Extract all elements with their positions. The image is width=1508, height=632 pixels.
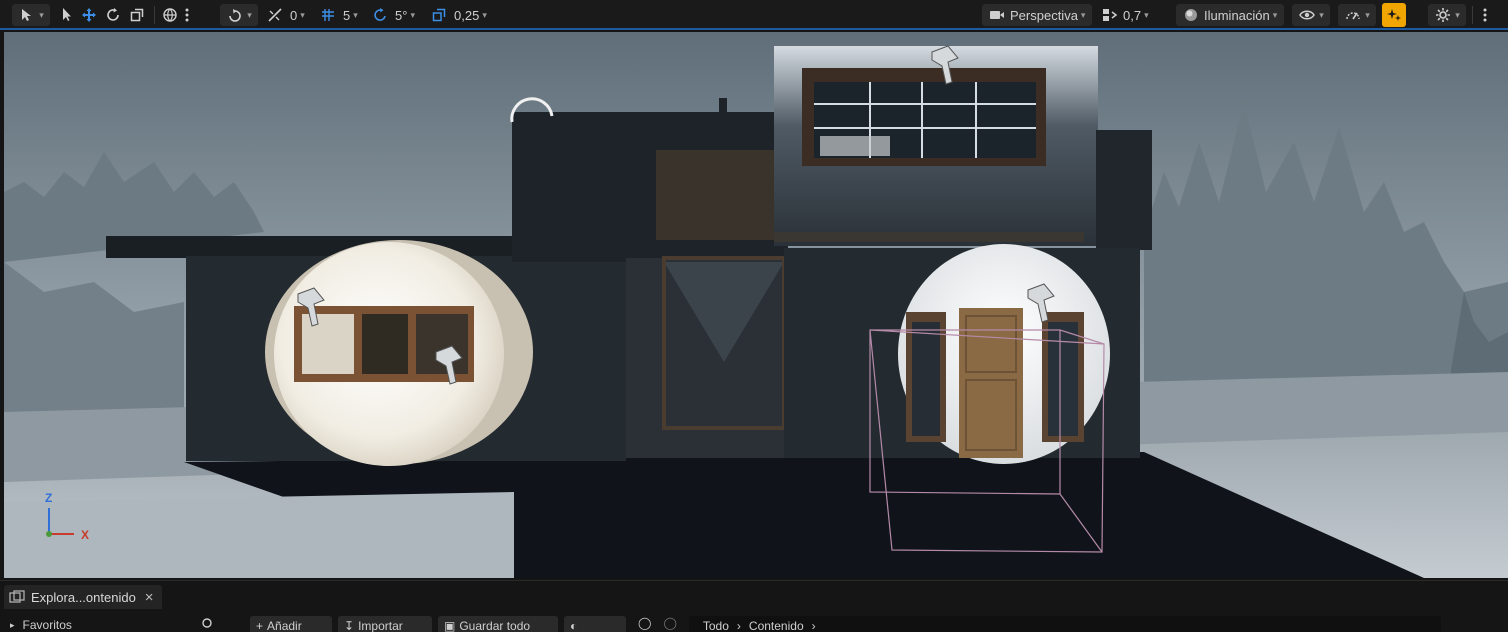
select-mode-icon	[18, 6, 36, 24]
upper-right-wing	[1096, 130, 1152, 250]
chevron-down-icon: ▾	[247, 9, 252, 20]
select-mode-dropdown[interactable]: ▾	[12, 4, 50, 26]
view-mode-label: Perspectiva	[1010, 7, 1078, 23]
realtime-sparkle-icon	[1385, 6, 1403, 24]
rotate-tool-button[interactable]	[104, 4, 122, 26]
tab-content-browser[interactable]: Explora...ontenido ×	[4, 585, 162, 609]
content-browser-panel: Explora...ontenido × ▸ Favoritos + Añadir…	[0, 580, 1508, 632]
lighting-mode-label: Iluminación	[1204, 7, 1270, 23]
scale-icon	[128, 6, 146, 24]
chevron-down-icon: ▾	[1365, 9, 1370, 20]
gauge-icon	[1344, 6, 1362, 24]
camera-speed-icon	[1101, 6, 1119, 24]
import-button[interactable]: ↧ Importar	[338, 616, 432, 632]
scale-tool-button[interactable]	[128, 4, 146, 26]
chevron-down-icon: ▾	[1455, 9, 1460, 20]
viewport-settings-dropdown[interactable]: ▾	[1428, 4, 1466, 26]
scale-snap-dropdown[interactable]: 0,25 ▾	[430, 4, 487, 26]
more-options-button[interactable]	[182, 4, 192, 26]
move-arrows-icon	[80, 6, 98, 24]
search-icon[interactable]	[202, 618, 214, 632]
chevron-down-icon: ▾	[1319, 9, 1324, 20]
left-window-glass-3	[416, 314, 468, 374]
close-icon[interactable]: ×	[145, 589, 154, 606]
level-viewport[interactable]: Z X	[4, 32, 1508, 578]
axis-x-label: X	[81, 528, 89, 542]
favorites-label: Favoritos	[22, 618, 72, 632]
globe-icon	[161, 6, 179, 24]
chevron-down-icon: ▾	[1144, 9, 1149, 20]
rotation-snap-value: 5°	[395, 7, 408, 23]
kebab-menu-icon	[182, 6, 192, 24]
lighting-mode-dropdown[interactable]: Iluminación ▾	[1176, 4, 1284, 26]
save-all-button[interactable]: ▣ Guardar todo	[438, 616, 558, 632]
chevron-down-icon: ▾	[482, 9, 487, 20]
axis-z-label: Z	[45, 491, 52, 505]
kebab-menu-icon	[1480, 6, 1490, 24]
surface-snap-dropdown[interactable]: ▾	[220, 4, 258, 26]
realtime-toggle-button[interactable]	[1382, 3, 1406, 27]
rotate-icon	[104, 6, 122, 24]
select-tool-button[interactable]	[58, 4, 76, 26]
favorites-header[interactable]: ▸ Favoritos	[10, 618, 220, 632]
left-window-glass-2	[362, 314, 408, 374]
viewport-toolbar: ▾ ▾ 0 ▾ 5 ▾ 5° ▾ 0,25 ▾ Perspectiva ▾ 0,7 ▾ Il…	[0, 0, 1508, 30]
camera-speed-dropdown[interactable]: 0,7 ▾	[1101, 4, 1149, 26]
content-browser-toolbar: + Añadir ↧ Importar ▣ Guardar todo ◐ ◯ ◯ To…	[250, 616, 1500, 632]
grid-snap-icon	[319, 6, 337, 24]
fab-button[interactable]: ◐	[564, 616, 626, 632]
move-tool-button[interactable]	[80, 4, 98, 26]
video-camera-icon	[988, 6, 1006, 24]
left-window-glass-1	[302, 314, 354, 374]
grid-snap-value: 5	[343, 7, 351, 23]
side-window-right-glass	[1048, 322, 1078, 436]
chevron-down-icon: ▾	[1272, 9, 1278, 20]
viewport-options-button[interactable]	[1480, 4, 1490, 26]
lighting-sphere-icon	[1182, 6, 1200, 24]
eye-icon	[1298, 6, 1316, 24]
grid-snap-dropdown[interactable]: 5 ▾	[319, 4, 358, 26]
translate-snap-dropdown[interactable]: 0 ▾	[266, 4, 305, 26]
show-flags-dropdown[interactable]: ▾	[1292, 4, 1330, 26]
gear-icon	[1434, 6, 1452, 24]
bookshelf	[820, 136, 890, 156]
scale-snap-value: 0,25	[454, 7, 480, 23]
chevron-down-icon: ▾	[410, 9, 415, 20]
chimney	[719, 98, 727, 114]
scalability-dropdown[interactable]: ▾	[1338, 4, 1376, 26]
balcony-slab	[774, 232, 1084, 242]
chevron-down-icon: ▾	[353, 9, 358, 20]
tab-label: Explora...ontenido	[31, 589, 136, 605]
world-space-button[interactable]	[161, 4, 179, 26]
arrow-pointer-icon	[58, 6, 76, 24]
scale-snap-icon	[430, 6, 448, 24]
side-window-left-glass	[912, 322, 940, 436]
history-back-icon[interactable]: ◯	[638, 616, 651, 630]
toolbar-divider	[1472, 6, 1473, 24]
chevron-down-icon: ▾	[300, 9, 305, 20]
content-browser-icon	[8, 588, 26, 606]
translate-snap-icon	[266, 6, 284, 24]
rotation-snap-dropdown[interactable]: 5° ▾	[371, 4, 415, 26]
rotation-snap-icon	[371, 6, 389, 24]
wood-wall	[656, 150, 786, 240]
translate-snap-value: 0	[290, 7, 298, 23]
chevron-right-icon: ▸	[10, 619, 15, 630]
add-button[interactable]: + Añadir	[250, 616, 332, 632]
chevron-down-icon: ▾	[39, 9, 44, 20]
surface-snap-icon	[226, 6, 244, 24]
toolbar-divider	[154, 6, 155, 24]
path-breadcrumb[interactable]: Todo › Contenido ›	[688, 616, 1441, 632]
history-forward-icon[interactable]: ◯	[663, 616, 676, 630]
camera-speed-value: 0,7	[1123, 7, 1142, 23]
view-mode-dropdown[interactable]: Perspectiva ▾	[982, 4, 1092, 26]
chevron-down-icon: ▾	[1080, 9, 1086, 20]
